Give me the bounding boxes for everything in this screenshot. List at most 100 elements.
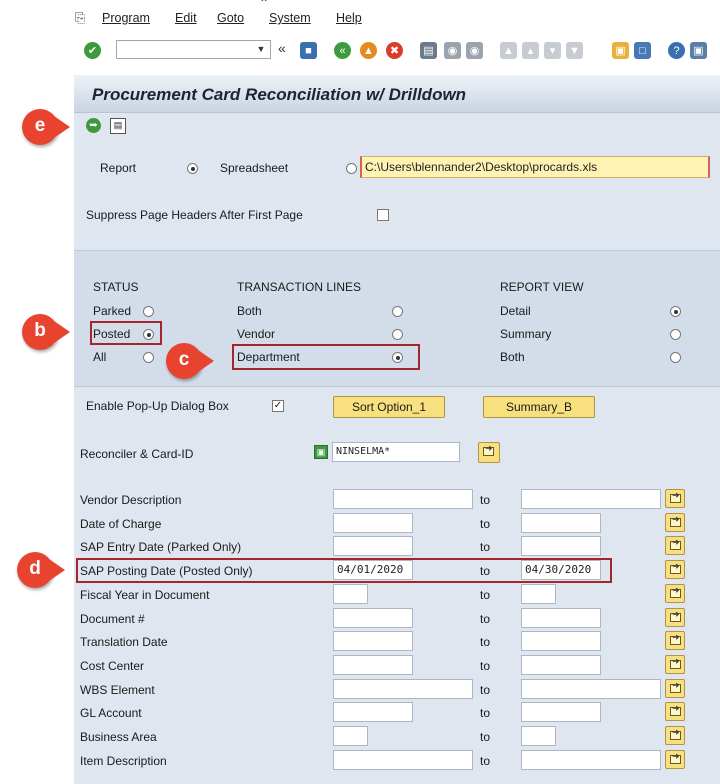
range-from-input[interactable] bbox=[333, 631, 413, 651]
range-from-input[interactable] bbox=[333, 608, 413, 628]
summary-button[interactable]: Summary_B bbox=[483, 396, 595, 418]
popup-checkbox[interactable]: ✓ bbox=[272, 400, 284, 412]
range-to-input[interactable] bbox=[521, 608, 601, 628]
layout-icon[interactable]: ▣ bbox=[690, 42, 707, 59]
multiple-selection-button[interactable] bbox=[665, 489, 685, 508]
menu-goto[interactable]: Goto bbox=[217, 11, 244, 25]
range-from-input[interactable] bbox=[333, 489, 473, 509]
range-from-input[interactable] bbox=[333, 536, 413, 556]
range-from-input[interactable] bbox=[333, 726, 368, 746]
menu-edit[interactable]: Edit bbox=[175, 11, 197, 25]
range-from-input[interactable] bbox=[333, 679, 473, 699]
range-to-input[interactable] bbox=[521, 513, 601, 533]
help-icon[interactable]: ? bbox=[668, 42, 685, 59]
reconciler-selection-button[interactable] bbox=[478, 442, 500, 463]
range-from-input[interactable] bbox=[333, 655, 413, 675]
multiple-selection-button[interactable] bbox=[665, 702, 685, 721]
range-to-label: to bbox=[480, 706, 491, 720]
program-menu-icon[interactable]: ⎘ bbox=[75, 10, 85, 26]
marker-c: c bbox=[166, 343, 214, 379]
department-highlight bbox=[232, 344, 420, 370]
marker-e-label: e bbox=[34, 115, 46, 136]
status-all-label: All bbox=[93, 350, 107, 364]
range-to-input[interactable] bbox=[521, 750, 661, 770]
range-to-label: to bbox=[480, 540, 491, 554]
multiple-selection-button[interactable] bbox=[665, 513, 685, 532]
new-session-icon[interactable]: ▣ bbox=[612, 42, 629, 59]
page-title: Procurement Card Reconciliation w/ Drill… bbox=[92, 85, 467, 104]
range-field-label: Business Area bbox=[80, 730, 157, 744]
history-icon[interactable]: « bbox=[278, 40, 286, 56]
next-page-icon[interactable]: ▾ bbox=[544, 42, 561, 59]
find-icon[interactable]: ◉ bbox=[444, 42, 461, 59]
shortcut-icon[interactable]: □ bbox=[634, 42, 651, 59]
range-to-input[interactable] bbox=[521, 489, 661, 509]
status-all-radio[interactable] bbox=[143, 352, 154, 363]
multiple-selection-button[interactable] bbox=[665, 584, 685, 603]
spreadsheet-path-input[interactable]: C:\Users\blennander2\Desktop\procards.xl… bbox=[360, 156, 710, 178]
view-summary-label: Summary bbox=[500, 327, 552, 341]
reconciler-input[interactable]: NINSELMA* bbox=[332, 442, 460, 462]
spreadsheet-radio[interactable] bbox=[346, 163, 357, 174]
lines-vendor-radio[interactable] bbox=[392, 329, 403, 340]
range-to-input[interactable] bbox=[521, 536, 601, 556]
suppress-headers-checkbox[interactable] bbox=[377, 209, 389, 221]
view-both-radio[interactable] bbox=[670, 352, 681, 363]
range-to-input[interactable] bbox=[521, 702, 601, 722]
multiple-selection-button[interactable] bbox=[665, 631, 685, 650]
marker-b: b bbox=[22, 314, 70, 350]
command-field[interactable] bbox=[116, 40, 271, 59]
last-page-icon[interactable]: ▼ bbox=[566, 42, 583, 59]
multiple-selection-button[interactable] bbox=[665, 679, 685, 698]
multiple-selection-button[interactable] bbox=[665, 536, 685, 555]
check-icon[interactable]: ✔ bbox=[84, 42, 101, 59]
exit-icon[interactable]: ▲ bbox=[360, 42, 377, 59]
range-from-input[interactable] bbox=[333, 750, 473, 770]
multiple-selection-button[interactable] bbox=[665, 655, 685, 674]
view-both-label: Both bbox=[500, 350, 525, 364]
menu-system[interactable]: System bbox=[269, 11, 311, 25]
range-field-label: SAP Entry Date (Parked Only) bbox=[80, 540, 242, 554]
range-to-label: to bbox=[480, 635, 491, 649]
print-icon[interactable]: ▤ bbox=[420, 42, 437, 59]
previous-page-icon[interactable]: ▴ bbox=[522, 42, 539, 59]
range-field-label: Cost Center bbox=[80, 659, 145, 673]
marker-e: e bbox=[22, 109, 70, 145]
posting-date-highlight bbox=[76, 558, 612, 583]
range-to-input[interactable] bbox=[521, 631, 601, 651]
range-field-label: Date of Charge bbox=[80, 517, 162, 531]
range-from-input[interactable] bbox=[333, 702, 413, 722]
view-summary-radio[interactable] bbox=[670, 329, 681, 340]
range-to-input[interactable] bbox=[521, 584, 556, 604]
range-to-input[interactable] bbox=[521, 726, 556, 746]
view-detail-radio[interactable] bbox=[670, 306, 681, 317]
multiple-selection-button[interactable] bbox=[665, 750, 685, 769]
variant-icon[interactable]: ▤ bbox=[110, 118, 126, 134]
status-parked-radio[interactable] bbox=[143, 306, 154, 317]
multiple-selection-button[interactable] bbox=[665, 608, 685, 627]
sort-option-button[interactable]: Sort Option_1 bbox=[333, 396, 445, 418]
report-radio[interactable] bbox=[187, 163, 198, 174]
posted-highlight bbox=[90, 321, 162, 345]
multiple-selection-icon[interactable]: ▣ bbox=[314, 445, 328, 459]
multiple-selection-button[interactable] bbox=[665, 560, 685, 579]
save-icon[interactable]: ■ bbox=[300, 42, 317, 59]
find-next-icon[interactable]: ◉ bbox=[466, 42, 483, 59]
range-to-label: to bbox=[480, 659, 491, 673]
mouse-cursor-icon: ⌃ bbox=[259, 0, 270, 10]
multiple-selection-button[interactable] bbox=[665, 726, 685, 745]
range-from-input[interactable] bbox=[333, 513, 413, 533]
lines-both-radio[interactable] bbox=[392, 306, 403, 317]
menu-program[interactable]: Program bbox=[102, 11, 150, 25]
range-to-input[interactable] bbox=[521, 655, 601, 675]
range-field-label: Document # bbox=[80, 612, 145, 626]
back-icon[interactable]: « bbox=[334, 42, 351, 59]
menu-help[interactable]: Help bbox=[336, 11, 362, 25]
execute-icon[interactable]: ➥ bbox=[86, 118, 101, 133]
chevron-down-icon[interactable]: ▼ bbox=[251, 40, 271, 59]
cancel-icon[interactable]: ✖ bbox=[386, 42, 403, 59]
range-from-input[interactable] bbox=[333, 584, 368, 604]
range-to-input[interactable] bbox=[521, 679, 661, 699]
report-label: Report bbox=[100, 161, 137, 175]
first-page-icon[interactable]: ▲ bbox=[500, 42, 517, 59]
